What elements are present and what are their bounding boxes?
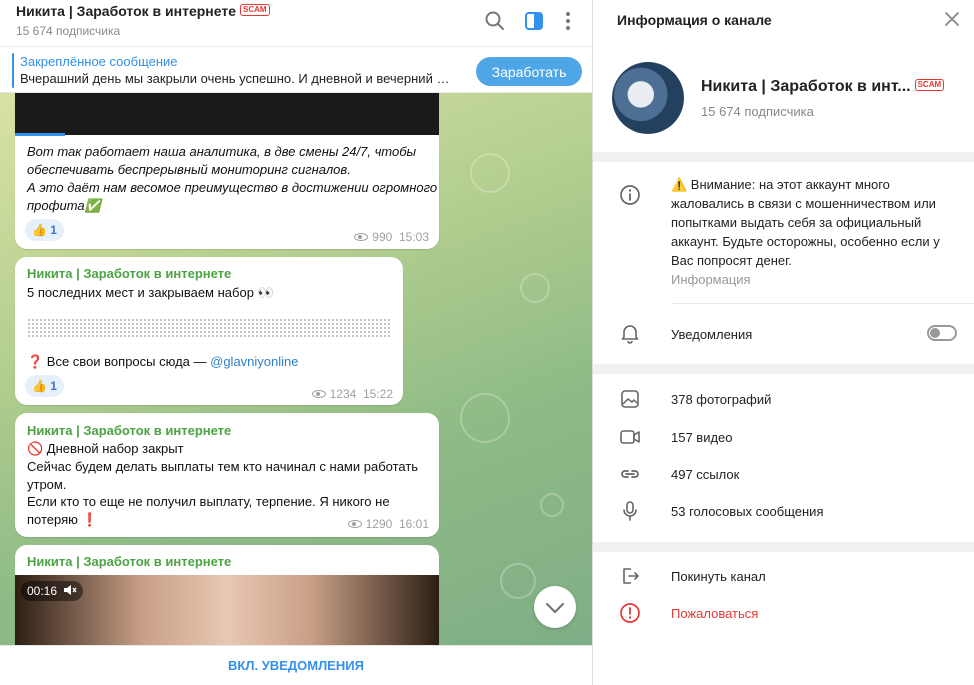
close-icon[interactable] bbox=[943, 10, 961, 28]
video-preview[interactable] bbox=[15, 93, 439, 135]
spoiler-text[interactable] bbox=[27, 318, 391, 338]
message-text-line: профита✅ bbox=[27, 198, 101, 213]
description-label: Информация bbox=[671, 272, 751, 287]
message-text-line: ❓ Все свои вопросы сюда — @glavniyonline bbox=[27, 353, 298, 371]
video-icon bbox=[620, 430, 640, 444]
pinned-message-bar[interactable]: Закреплённое сообщение Вчерашний день мы… bbox=[0, 46, 592, 93]
channel-title-text: Никита | Заработок в интернете bbox=[16, 3, 236, 19]
channel-description: ⚠️ Внимание: на этот аккаунт много жалов… bbox=[671, 175, 961, 270]
message-meta: 1290 16:01 bbox=[347, 517, 429, 531]
reaction-badge[interactable]: 👍 1 bbox=[25, 219, 64, 241]
leave-channel-button[interactable]: Покинуть канал bbox=[671, 569, 766, 584]
view-count: 1234 bbox=[329, 387, 357, 401]
video-duration-badge[interactable]: 00:16 bbox=[21, 581, 84, 601]
message-bubble[interactable]: Никита | Заработок в интернете 🚫 Дневной… bbox=[15, 413, 439, 537]
message-time: 16:01 bbox=[398, 517, 429, 531]
voice-messages-count[interactable]: 53 голосовых сообщения bbox=[671, 504, 823, 519]
photo-icon bbox=[621, 390, 639, 408]
channel-avatar[interactable] bbox=[612, 62, 684, 134]
notifications-label[interactable]: Уведомления bbox=[671, 327, 752, 342]
scam-badge: SCAM bbox=[914, 79, 945, 91]
earn-button[interactable]: Заработать bbox=[476, 57, 582, 86]
question-text: ❓ Все свои вопросы сюда — bbox=[27, 354, 211, 369]
section-divider bbox=[593, 364, 974, 374]
link-icon bbox=[621, 470, 639, 478]
description-line: аккаунт. Будьте осторожны, особенно если… bbox=[671, 234, 940, 249]
message-time: 15:03 bbox=[398, 230, 429, 244]
search-icon[interactable] bbox=[482, 8, 508, 34]
microphone-icon bbox=[623, 501, 637, 521]
notifications-toggle[interactable] bbox=[927, 325, 957, 341]
background-doodle bbox=[500, 563, 536, 599]
message-text-line: обеспечивать беспрерывный мониторинг сиг… bbox=[27, 162, 351, 177]
message-text-line: Сейчас будем делать выплаты тем кто начи… bbox=[27, 459, 419, 474]
photos-count[interactable]: 378 фотографий bbox=[671, 392, 771, 407]
leave-icon bbox=[623, 568, 639, 584]
description-line: жаловались в связи с мошенничеством или bbox=[671, 196, 936, 211]
message-text-line: 🚫 Дневной набор закрыт bbox=[27, 441, 184, 456]
side-panel-icon[interactable] bbox=[521, 8, 547, 34]
message-text-line: потеряю ❗ bbox=[27, 512, 98, 527]
message-text-line: утром. bbox=[27, 477, 67, 492]
pinned-title: Закреплённое сообщение bbox=[20, 54, 178, 69]
bottom-bar: ВКЛ. УВЕДОМЛЕНИЯ bbox=[0, 645, 592, 685]
section-divider bbox=[593, 542, 974, 552]
reaction-badge[interactable]: 👍 1 bbox=[25, 375, 64, 397]
message-meta: 1234 15:22 bbox=[311, 387, 393, 401]
info-panel-title: Информация о канале bbox=[617, 12, 772, 28]
report-icon bbox=[620, 603, 640, 623]
views-icon bbox=[354, 233, 369, 241]
muted-icon bbox=[64, 585, 77, 595]
background-doodle bbox=[460, 393, 510, 443]
message-time: 15:22 bbox=[362, 387, 393, 401]
video-progress-bar bbox=[15, 133, 65, 136]
background-doodle bbox=[540, 493, 564, 517]
background-doodle bbox=[520, 273, 550, 303]
more-options-icon[interactable] bbox=[555, 8, 581, 34]
section-divider bbox=[593, 152, 974, 162]
report-button[interactable]: Пожаловаться bbox=[671, 606, 758, 621]
message-text-line: 5 последних мест и закрываем набор 👀 bbox=[27, 285, 274, 300]
message-bubble[interactable]: Никита | Заработок в интернете 00:16 bbox=[15, 545, 439, 645]
channel-subscribers: 15 674 подписчика bbox=[701, 104, 814, 119]
enable-notifications-button[interactable]: ВКЛ. УВЕДОМЛЕНИЯ bbox=[0, 646, 592, 685]
message-text-line: Вот так работает наша аналитика, в две с… bbox=[27, 144, 417, 159]
chat-panel: Никита | Заработок в интернете SCAM 15 67… bbox=[0, 0, 592, 685]
scam-badge: SCAM bbox=[240, 4, 270, 16]
message-meta: 990 15:03 bbox=[354, 230, 429, 244]
video-duration: 00:16 bbox=[27, 584, 58, 598]
channel-name-text: Никита | Заработок в инт... bbox=[701, 78, 911, 95]
links-count[interactable]: 497 ссылок bbox=[671, 467, 739, 482]
videos-count[interactable]: 157 видео bbox=[671, 430, 733, 445]
channel-link[interactable]: @glavniyonline bbox=[210, 354, 298, 369]
bell-icon bbox=[621, 325, 639, 344]
views-icon bbox=[311, 390, 326, 398]
row-divider bbox=[671, 303, 974, 304]
message-sender[interactable]: Никита | Заработок в интернете bbox=[27, 266, 231, 281]
chat-header[interactable]: Никита | Заработок в интернете SCAM 15 67… bbox=[0, 0, 592, 46]
message-sender[interactable]: Никита | Заработок в интернете bbox=[27, 423, 231, 438]
pinned-indicator bbox=[12, 53, 14, 88]
description-line: попытками выдать себя за официальный bbox=[671, 215, 922, 230]
view-count: 1290 bbox=[365, 517, 393, 531]
views-icon bbox=[347, 520, 362, 528]
message-bubble[interactable]: Никита | Заработок в интернете 5 последн… bbox=[15, 257, 403, 405]
description-line: Вас попросят денег. bbox=[671, 253, 792, 268]
message-bubble[interactable]: Вот так работает наша аналитика, в две с… bbox=[15, 93, 439, 249]
channel-title[interactable]: Никита | Заработок в интернете SCAM bbox=[16, 3, 270, 19]
background-doodle bbox=[470, 153, 510, 193]
description-line: ⚠️ Внимание: на этот аккаунт много bbox=[671, 177, 890, 192]
pinned-text: Вчерашний день мы закрыли очень успешно.… bbox=[20, 71, 450, 86]
message-text-line: Если кто то еще не получил выплату, терп… bbox=[27, 494, 390, 509]
info-icon bbox=[620, 185, 640, 205]
channel-info-panel: Информация о канале Никита | Заработок в… bbox=[592, 0, 974, 685]
view-count: 990 bbox=[372, 230, 393, 244]
subscriber-count: 15 674 подписчика bbox=[16, 24, 121, 38]
message-sender[interactable]: Никита | Заработок в интернете bbox=[27, 554, 231, 569]
message-text-line: А это даёт нам весомое преимущество в до… bbox=[27, 180, 438, 195]
channel-name: Никита | Заработок в инт... SCAM bbox=[701, 78, 945, 96]
scroll-down-button[interactable] bbox=[534, 586, 576, 628]
